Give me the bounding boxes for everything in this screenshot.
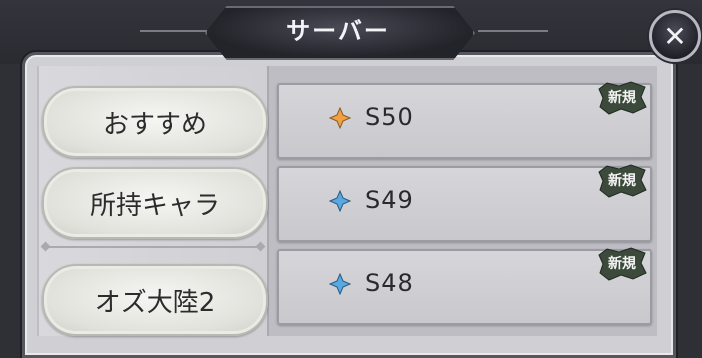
new-badge: 新規 [597, 81, 647, 115]
category-tab-oz-continent-2[interactable]: オズ大陸2 [42, 264, 268, 336]
new-badge: 新規 [597, 164, 647, 198]
title-ornament-right [478, 30, 548, 32]
category-label: 所持キャラ [89, 190, 220, 221]
diamond-star-icon [329, 107, 351, 129]
diamond-star-icon [329, 190, 351, 212]
server-name: S48 [365, 269, 414, 297]
close-icon: ✕ [663, 19, 687, 53]
category-tab-recommended[interactable]: おすすめ [42, 86, 268, 158]
diamond-star-icon [329, 273, 351, 295]
category-divider [46, 246, 260, 248]
server-name: S49 [365, 186, 414, 214]
close-button[interactable]: ✕ [649, 10, 701, 62]
new-badge-label: 新規 [608, 90, 636, 106]
category-label: オズ大陸2 [94, 287, 216, 318]
server-row-s50[interactable]: S50 新規 [277, 81, 652, 159]
server-row-s49[interactable]: S49 新規 [277, 164, 652, 242]
server-row-s48[interactable]: S48 新規 [277, 247, 652, 325]
new-badge-label: 新規 [608, 173, 636, 189]
server-name: S50 [365, 103, 414, 131]
category-label: おすすめ [102, 109, 207, 140]
category-tab-owned-characters[interactable]: 所持キャラ [42, 167, 268, 239]
new-badge: 新規 [597, 247, 647, 281]
new-badge-label: 新規 [608, 256, 636, 272]
title-ornament-left [140, 30, 210, 32]
page-title: サーバー [286, 17, 390, 45]
